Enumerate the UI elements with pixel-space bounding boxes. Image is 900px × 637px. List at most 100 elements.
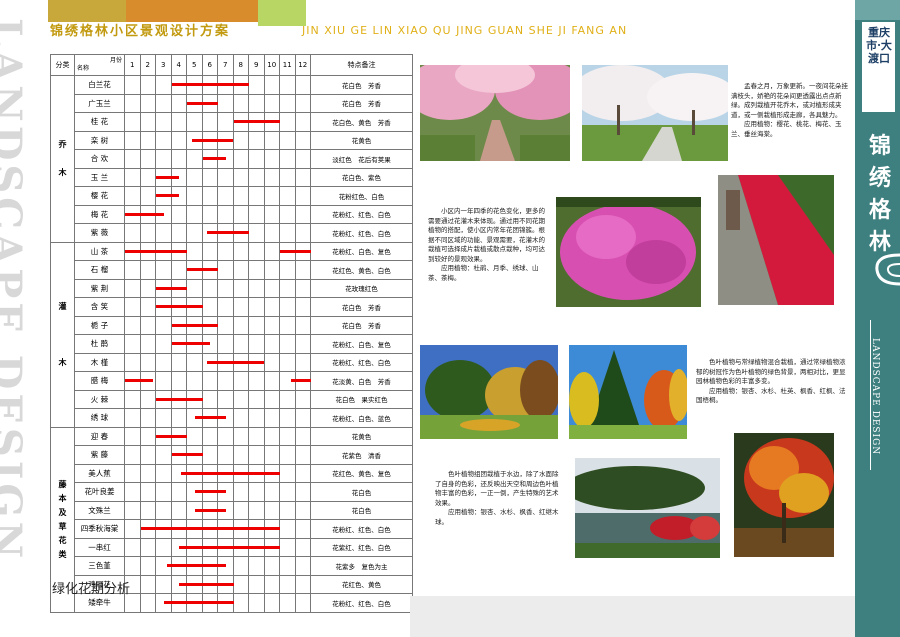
month-cell (155, 371, 172, 391)
plant-note: 花黄色 (310, 426, 413, 446)
month-cell (170, 112, 187, 132)
table-row: 木 槿 花粉红、红色、白色 (51, 352, 413, 372)
month-cell (124, 482, 226, 502)
month-cell (279, 75, 296, 95)
month-cell (201, 426, 218, 446)
month-cell (217, 167, 234, 187)
month-cell (232, 426, 249, 446)
plant-name: 紫 荆 (74, 278, 125, 298)
month-cell (155, 223, 172, 243)
month-cell (248, 315, 265, 335)
month-cell (263, 204, 280, 224)
month-cell (248, 204, 265, 224)
month-cell (155, 75, 172, 95)
month-cell (139, 297, 156, 317)
month-cell (294, 112, 311, 132)
plant-name: 合 欢 (74, 149, 125, 169)
month-cell (263, 352, 280, 372)
month-cell (279, 315, 296, 335)
month-cell (279, 130, 296, 150)
month-cell (294, 223, 311, 243)
flowering-bar (207, 360, 265, 364)
month-cell (170, 223, 187, 243)
month-cell (248, 278, 265, 298)
month-header-11: 11 (279, 54, 296, 76)
waterside-trees-photo (574, 457, 721, 559)
month-cell (170, 500, 187, 520)
table-row: 含 笑 花白色 芳香 (51, 297, 413, 317)
month-cell (279, 426, 296, 446)
month-header-8: 8 (232, 54, 249, 76)
plant-name: 紫 薇 (74, 223, 125, 243)
month-cell (139, 223, 156, 243)
month-cell (217, 334, 234, 354)
month-header-6: 6 (201, 54, 218, 76)
month-cell (248, 167, 265, 187)
table-row: 一串红 花紫红、红色、白色 (51, 537, 413, 557)
flowering-bar (207, 231, 249, 235)
brand-label: 锦绣格林 (868, 133, 891, 255)
category-cell: 灌 木 (50, 241, 75, 428)
month-cell (217, 241, 234, 261)
month-cell (124, 149, 226, 169)
flowering-bar (233, 120, 280, 124)
plant-name: 绣 球 (74, 408, 125, 428)
table-row: 文殊兰 花白色 (51, 500, 413, 520)
month-cell (139, 482, 156, 502)
month-cell (248, 500, 265, 520)
flowering-bar (179, 582, 234, 586)
month-cell (279, 574, 296, 594)
plant-note: 花紫红、红色、白色 (310, 537, 413, 557)
month-cell (186, 167, 203, 187)
month-cell (294, 389, 311, 409)
city-label: 重庆市·大渡口 (866, 26, 892, 65)
flowering-bar (194, 508, 226, 512)
month-cell (201, 204, 218, 224)
flowering-bar (125, 379, 153, 383)
month-cell (294, 574, 311, 594)
month-cell (186, 112, 203, 132)
month-cell (294, 130, 311, 150)
plant-note: 花粉红、红色、白色 (310, 593, 413, 613)
month-cell (263, 149, 280, 169)
month-cell (139, 408, 156, 428)
month-cell (124, 167, 180, 187)
plant-note: 花白色 (310, 500, 413, 520)
month-cell (170, 130, 187, 150)
month-cell (232, 445, 249, 465)
month-cell (279, 556, 296, 576)
table-row: 栾 树 花黄色 (51, 130, 413, 150)
month-cell (279, 500, 296, 520)
month-cell (155, 260, 172, 280)
month-cell (248, 445, 265, 465)
month-cell (155, 463, 172, 483)
month-cell (248, 574, 265, 594)
month-cell (139, 389, 156, 409)
month-cell (139, 426, 156, 446)
month-cell (186, 426, 203, 446)
flowering-grid: 分类 月份 名称 1 2 3 4 5 6 7 8 9 10 11 12 特点备注乔 木白兰花 花白色 芳香 广玉兰… (50, 54, 413, 613)
month-cell (279, 537, 296, 557)
table-row: 四季秋海棠 花粉红、红色、白色 (51, 519, 413, 539)
plant-note: 花粉红色、白色 (310, 186, 413, 206)
month-cell (201, 297, 218, 317)
plant-name: 杜 鹃 (74, 334, 125, 354)
table-row: 桂 花 花白色、黄色 芳香 (51, 112, 413, 132)
month-cell (279, 593, 296, 613)
month-cell (294, 463, 311, 483)
plant-name: 三色堇 (74, 556, 125, 576)
month-cell (139, 352, 156, 372)
month-cell (279, 352, 296, 372)
plant-note: 花白色、黄色 芳香 (310, 112, 413, 132)
month-cell (155, 112, 172, 132)
plant-note: 花白色 (310, 482, 413, 502)
month-cell (263, 167, 280, 187)
plant-note: 花紫多 复色为主 (310, 556, 413, 576)
month-cell (124, 186, 180, 206)
month-cell (263, 426, 280, 446)
plant-note: 花白色 果实红色 (310, 389, 413, 409)
month-cell (170, 260, 187, 280)
month-cell (232, 408, 249, 428)
ornament-icon (875, 253, 900, 286)
month-cell (155, 445, 172, 465)
